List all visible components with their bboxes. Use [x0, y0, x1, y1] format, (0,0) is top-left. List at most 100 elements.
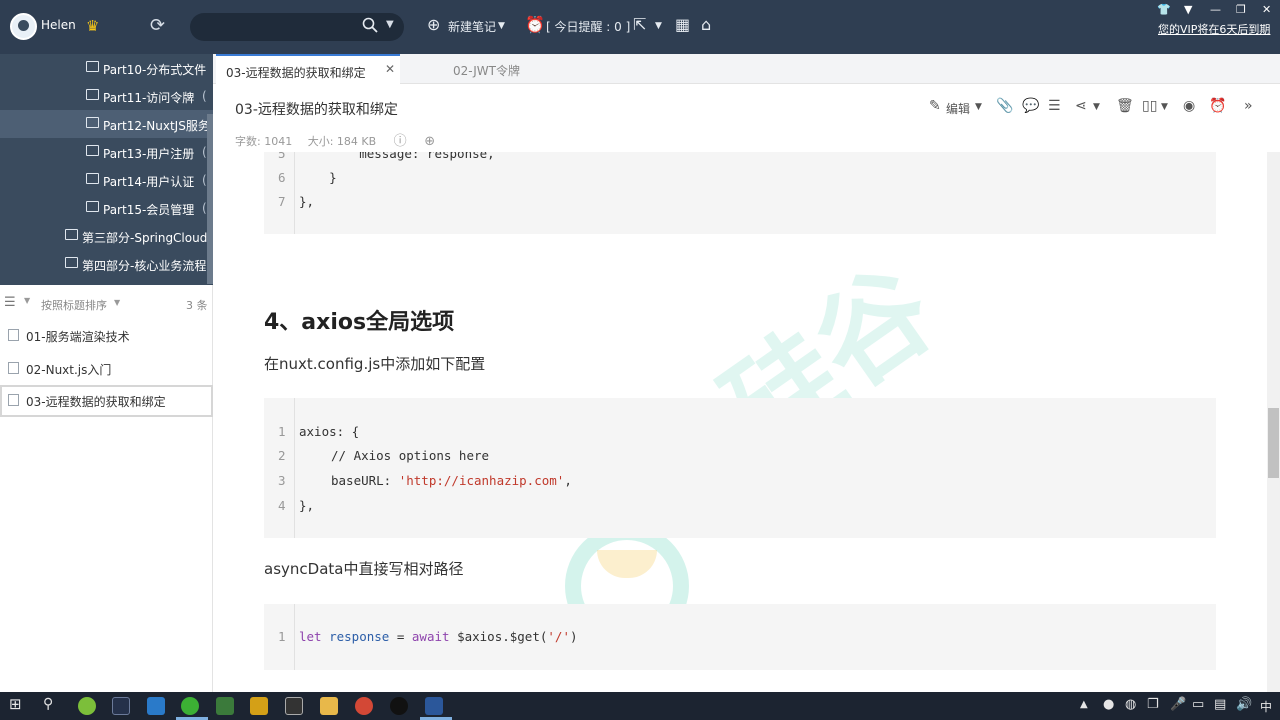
info-icon[interactable]: ⓘ [394, 134, 407, 149]
tree-item-part12[interactable]: Part12-NuxtJS服务 [0, 110, 213, 138]
note-count: 3 条 [186, 299, 208, 312]
app-icon-tool[interactable] [250, 697, 268, 715]
edit-icon[interactable]: ✎ [929, 98, 941, 114]
reminder-button[interactable]: [ 今日提醒 : 0 ] [546, 18, 630, 35]
outline-icon[interactable]: ☰ [1048, 98, 1061, 114]
volume-icon[interactable]: 🔊 [1236, 697, 1252, 712]
search-input[interactable]: ▼ [190, 13, 404, 41]
edit-button[interactable]: 编辑 [946, 100, 970, 117]
folder-icon [86, 89, 99, 100]
skin-icon[interactable]: 👕 [1157, 3, 1171, 16]
app-icon-terminal[interactable] [285, 697, 303, 715]
tree-item-label: Part10-分布式文件 [103, 63, 207, 77]
tree-item-part15[interactable]: Part15-会员管理 ( [0, 194, 213, 222]
app-icon-chrome[interactable] [355, 697, 373, 715]
tree-item-count: ( [202, 201, 207, 215]
alarm-clock-icon[interactable]: ⏰ [1209, 98, 1226, 114]
list-item[interactable]: 03-远程数据的获取和绑定 [0, 385, 213, 417]
list-item[interactable]: 01-服务端渲染技术 [0, 320, 213, 352]
list-item[interactable]: 02-Nuxt.js入门 [0, 353, 213, 385]
plus-circle-icon[interactable]: ⊕ [427, 15, 440, 34]
tree-item-part13[interactable]: Part13-用户注册 ( [0, 138, 213, 166]
weibo-icon[interactable]: ◉ [1183, 98, 1195, 114]
tab-jwt[interactable]: 02-JWT令牌 [453, 54, 573, 84]
tab-current-note[interactable]: 03-远程数据的获取和绑定 ✕ [216, 54, 400, 84]
chevron-down-icon[interactable]: ▼ [1093, 102, 1100, 112]
attachment-icon[interactable]: 📎 [996, 98, 1013, 114]
tree-item-part11[interactable]: Part11-访问令牌 ( [0, 82, 213, 110]
chevron-down-icon[interactable]: ▼ [114, 298, 120, 307]
app-icon-intellij[interactable] [112, 697, 130, 715]
line-number: 1 [278, 629, 286, 644]
restore-icon[interactable]: ❐ [1236, 3, 1246, 16]
battery-icon[interactable]: ▭ [1192, 697, 1204, 712]
app-icon-wechat[interactable] [181, 697, 199, 715]
code-line: // Axios options here [331, 448, 490, 463]
comment-icon[interactable]: 💬 [1022, 98, 1039, 114]
export-icon[interactable]: ⇱ [633, 15, 646, 34]
new-note-button[interactable]: 新建笔记 [448, 18, 496, 35]
code-block-3: 1 let response = await $axios.$get('/') [264, 604, 1216, 670]
sort-dropdown[interactable]: 按照标题排序 [41, 297, 107, 313]
add-tag-icon[interactable]: ⊕ [424, 134, 435, 149]
tray-icon-qq[interactable]: ● [1103, 697, 1114, 712]
tree-item-part14[interactable]: Part14-用户认证 ( [0, 166, 213, 194]
search-icon[interactable]: ⚲ [43, 696, 53, 712]
search-icon[interactable] [362, 17, 378, 33]
ime-indicator[interactable]: 中 [1260, 698, 1272, 715]
tree-item-part3[interactable]: 第三部分-SpringCloud [0, 222, 213, 250]
menu-icon[interactable]: ▼ [1184, 3, 1192, 16]
code-block-1: 5 message: response, 6 } 7 }, [264, 152, 1216, 234]
app-icon-qq[interactable] [390, 697, 408, 715]
top-bar: Helen ♛ ⟳ ▼ ⊕ 新建笔记 ▼ ⏰ [ 今日提醒 : 0 ] ⇱ ▼ … [0, 0, 1280, 54]
chevron-up-icon[interactable]: ▲ [1080, 699, 1088, 710]
book-icon[interactable]: ▯▯ [1142, 98, 1157, 114]
app-icon-explorer[interactable] [320, 697, 338, 715]
sort-bar: ☰ ▼ 按照标题排序 ▼ 3 条 [0, 290, 213, 316]
microphone-icon[interactable]: 🎤 [1170, 697, 1186, 712]
tree-item-part4[interactable]: 第四部分-核心业务流程 [0, 250, 213, 278]
trash-icon[interactable]: 🗑 [1116, 98, 1134, 114]
tray-icon-copy[interactable]: ❐ [1147, 697, 1159, 712]
chevron-down-icon[interactable]: ▼ [1161, 102, 1168, 112]
chevron-down-icon[interactable]: ▼ [655, 21, 662, 31]
user-avatar[interactable] [10, 13, 37, 40]
vip-expiry-link[interactable]: 您的VIP将在6天后到期 [1158, 21, 1270, 37]
expand-icon[interactable]: » [1244, 98, 1253, 114]
app-icon-pycharm[interactable] [216, 697, 234, 715]
folder-icon [86, 145, 99, 156]
network-icon[interactable]: ▤ [1214, 697, 1226, 712]
grid-icon[interactable]: ▦ [675, 15, 690, 34]
code-token: await [411, 629, 450, 644]
close-icon[interactable]: ✕ [1262, 3, 1271, 16]
username[interactable]: Helen [41, 18, 76, 32]
code-token: baseURL: [331, 473, 399, 488]
chevron-down-icon[interactable]: ▼ [498, 21, 505, 31]
minimize-icon[interactable]: — [1210, 3, 1221, 16]
chevron-down-icon[interactable]: ▼ [386, 19, 394, 30]
close-icon[interactable]: ✕ [385, 62, 395, 76]
app-icon-vscode[interactable] [147, 697, 165, 715]
code-line: } [299, 170, 337, 185]
scrollbar-thumb[interactable] [1268, 408, 1279, 478]
folder-icon [86, 117, 99, 128]
note-title: 01-服务端渲染技术 [26, 330, 130, 344]
chevron-down-icon[interactable]: ▼ [975, 102, 982, 112]
sync-icon[interactable]: ⟳ [150, 15, 165, 36]
share-icon[interactable]: ⋖ [1075, 98, 1087, 114]
tab-label: 02-JWT令牌 [453, 64, 521, 78]
list-view-icon[interactable]: ☰ [4, 295, 16, 310]
paragraph: asyncData中直接写相对路径 [264, 560, 464, 578]
home-icon[interactable]: ⌂ [701, 15, 711, 34]
doc-size: 大小: 184 KB [307, 135, 377, 148]
page-title[interactable]: 03-远程数据的获取和绑定 [235, 99, 398, 119]
app-icon-word[interactable] [425, 697, 443, 715]
chevron-down-icon[interactable]: ▼ [24, 296, 30, 305]
app-icon-360[interactable] [78, 697, 96, 715]
alarm-clock-icon[interactable]: ⏰ [525, 15, 545, 34]
code-gutter [264, 152, 295, 234]
tree-item-part10[interactable]: Part10-分布式文件 [0, 54, 213, 82]
crown-icon[interactable]: ♛ [86, 17, 99, 35]
tray-icon-360[interactable]: ◍ [1125, 697, 1136, 712]
windows-start-icon[interactable]: ⊞ [9, 695, 22, 713]
